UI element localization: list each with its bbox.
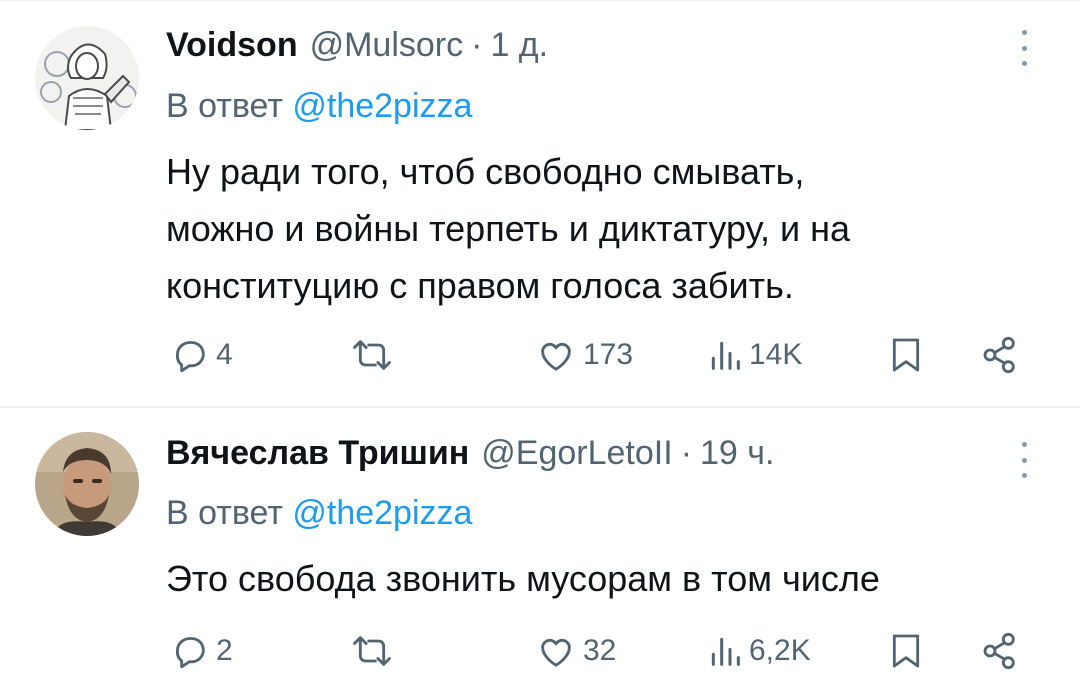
repost-button[interactable] — [350, 626, 400, 676]
avatar-illustration-icon — [35, 26, 139, 130]
action-bar: 4 173 14K — [0, 330, 1080, 380]
tweet-text: Ну ради того, чтоб свободно смывать, мож… — [166, 143, 1046, 314]
reply-button[interactable]: 4 — [170, 330, 233, 380]
repost-icon — [353, 636, 391, 666]
tweet-text-line: конституцию с правом голоса забить. — [166, 265, 794, 306]
bookmark-button[interactable] — [886, 626, 926, 676]
display-name[interactable]: Вячеслав Тришин — [166, 433, 469, 473]
handle[interactable]: @EgorLetoII — [481, 433, 672, 473]
tweet-text-line: можно и войны терпеть и диктатуру, и на — [166, 208, 850, 249]
like-count: 173 — [583, 338, 634, 371]
display-name[interactable]: Voidson — [166, 25, 298, 65]
reply-button[interactable]: 2 — [170, 626, 233, 676]
separator-dot: · — [471, 26, 483, 64]
share-button[interactable] — [980, 626, 1020, 676]
bookmark-icon — [892, 338, 920, 372]
views-icon — [711, 637, 740, 666]
like-button[interactable]: 173 — [535, 330, 633, 380]
avatar[interactable] — [35, 432, 139, 536]
reply-mention-link[interactable]: @the2pizza — [292, 87, 472, 125]
more-options-icon[interactable] — [1012, 438, 1036, 482]
views-button[interactable]: 6,2K — [707, 626, 811, 676]
reply-to: В ответ @the2pizza — [166, 86, 472, 126]
bookmark-icon — [892, 634, 920, 668]
reply-icon — [175, 341, 205, 373]
reply-prefix: В ответ — [166, 87, 283, 125]
views-button[interactable]: 14K — [707, 330, 802, 380]
reply-prefix: В ответ — [166, 494, 283, 532]
heart-icon — [541, 342, 571, 371]
share-icon — [983, 336, 1015, 374]
share-icon — [983, 632, 1015, 670]
tweet[interactable]: Voidson @Mulsorc · 1 д. В ответ @the2piz… — [0, 0, 1080, 406]
views-count: 14K — [749, 338, 803, 371]
reply-count: 2 — [216, 634, 233, 667]
more-options-icon[interactable] — [1012, 26, 1036, 70]
heart-icon — [541, 638, 571, 667]
avatar[interactable] — [35, 26, 139, 130]
timestamp[interactable]: 19 ч. — [700, 433, 774, 473]
share-button[interactable] — [980, 330, 1020, 380]
like-button[interactable]: 32 — [535, 626, 616, 676]
repost-button[interactable] — [350, 330, 400, 380]
action-bar: 2 32 6,2K — [0, 626, 1080, 676]
tweet-text: Это свобода звонить мусорам в том числе — [166, 550, 1046, 607]
reply-to: В ответ @the2pizza — [166, 493, 472, 533]
tweet-text-line: Это свобода звонить мусорам в том числе — [166, 558, 880, 599]
repost-icon — [353, 340, 391, 370]
tweet-text-line: Ну ради того, чтоб свободно смывать, — [166, 151, 805, 192]
handle[interactable]: @Mulsorc — [310, 25, 464, 65]
timestamp[interactable]: 1 д. — [490, 25, 548, 65]
bookmark-button[interactable] — [886, 330, 926, 380]
tweet[interactable]: Вячеслав Тришин @EgorLetoII · 19 ч. В от… — [0, 408, 1080, 693]
separator-dot: · — [680, 434, 693, 472]
reply-icon — [175, 637, 205, 669]
tweet-header: Voidson @Mulsorc · 1 д. — [166, 25, 548, 65]
views-count: 6,2K — [749, 634, 811, 667]
reply-count: 4 — [216, 338, 233, 371]
like-count: 32 — [583, 634, 617, 667]
avatar-photo-icon — [35, 432, 139, 536]
reply-mention-link[interactable]: @the2pizza — [292, 494, 472, 532]
views-icon — [711, 341, 740, 370]
tweet-header: Вячеслав Тришин @EgorLetoII · 19 ч. — [166, 433, 774, 473]
